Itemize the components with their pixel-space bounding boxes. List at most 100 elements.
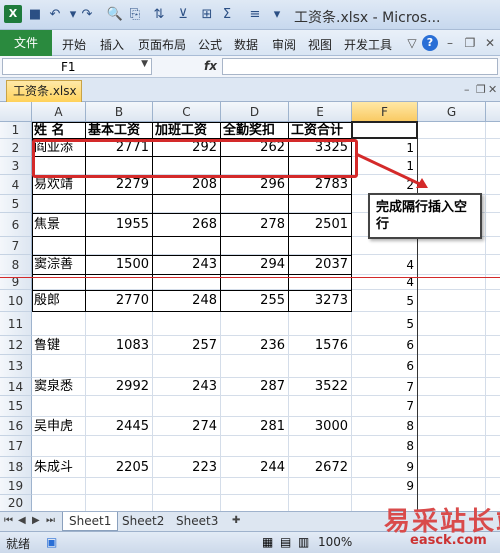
row-header[interactable]: 13 [0,355,32,378]
table-cell[interactable]: 2672 [291,457,348,478]
tab-page-layout[interactable]: 页面布局 [138,36,186,53]
window-minimize-icon[interactable]: – [442,35,458,51]
sort-icon[interactable]: ⇅ [150,6,168,24]
table-cell[interactable]: 255 [223,290,285,312]
table-cell[interactable]: 吴申虎 [34,417,82,436]
table-cell[interactable]: 3000 [291,417,348,436]
tab-developer[interactable]: 开发工具 [344,36,392,53]
row-header[interactable]: 8 [0,255,32,275]
save-icon[interactable]: ■ [26,6,44,24]
header-cell[interactable]: 基本工资 [88,122,151,139]
table-cell[interactable]: 236 [223,336,285,355]
next-sheet-icon[interactable]: ▶ [32,515,40,526]
tab-home[interactable]: 开始 [62,36,86,53]
column-header-c[interactable]: C [153,102,221,122]
redo-icon[interactable]: ↷ [78,6,96,24]
tab-insert[interactable]: 插入 [100,36,124,53]
table-cell[interactable]: 5 [354,312,414,336]
workbook-tab[interactable]: 工资条.xlsx [6,80,82,102]
column-header-e[interactable]: E [289,102,352,122]
row-header[interactable]: 16 [0,417,32,436]
table-cell[interactable]: 3273 [291,290,348,312]
formula-input[interactable] [222,58,498,75]
table-cell[interactable]: 296 [223,175,285,195]
table-cell[interactable]: 8 [354,417,414,436]
sheet-tab-1[interactable]: Sheet1 [62,512,119,531]
table-cell[interactable]: 243 [155,378,217,396]
prev-sheet-icon[interactable]: ◀ [18,515,26,526]
table-cell[interactable]: 4 [354,255,414,275]
table-cell[interactable]: 易欢靖 [34,175,82,195]
insert-function-icon[interactable]: fx [204,59,217,73]
column-header-f[interactable]: F [352,102,418,122]
window-close-icon[interactable]: ✕ [482,35,498,51]
table-cell[interactable]: 7 [354,378,414,396]
table-cell[interactable]: 257 [155,336,217,355]
table-cell[interactable]: 287 [223,378,285,396]
table-cell[interactable]: 8 [354,436,414,457]
table-cell[interactable]: 朱成斗 [34,457,82,478]
table-cell[interactable]: 5 [354,290,414,312]
help-icon[interactable]: ? [422,35,438,51]
table-cell[interactable]: 窦淙善 [34,255,82,275]
format-icon[interactable]: ≡ [246,6,264,24]
row-header[interactable]: 12 [0,336,32,355]
chevron-down-icon[interactable]: ▼ [141,59,148,69]
table-cell[interactable]: 281 [223,417,285,436]
header-cell[interactable]: 工资合计 [291,122,350,139]
table-cell[interactable]: 248 [155,290,217,312]
column-header-g[interactable]: G [418,102,486,122]
print-preview-icon[interactable]: 🔍 [106,6,124,24]
row-header[interactable]: 14 [0,378,32,396]
table-cell[interactable]: 9 [354,478,414,495]
table-cell[interactable]: 3522 [291,378,348,396]
select-all-corner[interactable] [0,102,32,122]
first-sheet-icon[interactable]: ⏮ [4,515,13,526]
row-header[interactable]: 5 [0,195,32,213]
tab-data[interactable]: 数据 [234,36,258,53]
row-header[interactable]: 17 [0,436,32,457]
autosum-icon[interactable]: Σ [218,6,236,24]
table-cell[interactable]: 2783 [291,175,348,195]
table-cell[interactable]: 2445 [88,417,149,436]
row-header[interactable]: 10 [0,290,32,312]
table-cell[interactable]: 9 [354,457,414,478]
table-cell[interactable]: 1500 [88,255,149,275]
row-header[interactable]: 2 [0,139,32,157]
zoom-level[interactable]: 100% [318,535,352,549]
table-cell[interactable]: 鲁键 [34,336,82,355]
row-header[interactable]: 6 [0,213,32,237]
last-sheet-icon[interactable]: ⏭ [46,515,55,526]
table-cell[interactable]: 2037 [291,255,348,275]
table-cell[interactable]: 243 [155,255,217,275]
row-header[interactable]: 20 [0,495,32,511]
row-header[interactable]: 3 [0,157,32,175]
row-header[interactable]: 19 [0,478,32,495]
borders-icon[interactable]: ⊞ [198,6,216,24]
column-header-a[interactable]: A [32,102,86,122]
row-header[interactable]: 18 [0,457,32,478]
tab-review[interactable]: 审阅 [272,36,296,53]
table-cell[interactable]: 2501 [291,213,348,237]
tab-formulas[interactable]: 公式 [198,36,222,53]
table-cell[interactable]: 278 [223,213,285,237]
table-cell[interactable]: 1955 [88,213,149,237]
sheet-tab-3[interactable]: Sheet3 [170,512,224,531]
header-cell[interactable]: 加班工资 [155,122,219,139]
page-layout-view-icon[interactable]: ▤ [280,535,291,549]
table-cell[interactable]: 焦景 [34,213,82,237]
selected-cell-f1[interactable] [351,121,418,139]
normal-view-icon[interactable]: ▦ [262,535,273,549]
table-cell[interactable]: 274 [155,417,217,436]
row-header[interactable]: 11 [0,312,32,336]
macro-record-icon[interactable]: ▣ [46,535,57,549]
table-cell[interactable]: 窦泉悉 [34,378,82,396]
filter-icon[interactable]: ⊻ [174,6,192,24]
header-cell[interactable]: 姓 名 [34,122,84,139]
table-cell[interactable]: 208 [155,175,217,195]
sheet-tab-2[interactable]: Sheet2 [116,512,170,531]
minimize-ribbon-icon[interactable]: ▽ [404,35,420,51]
table-cell[interactable]: 6 [354,336,414,355]
workbook-minimize-icon[interactable]: – [464,83,470,96]
row-header[interactable]: 7 [0,237,32,255]
